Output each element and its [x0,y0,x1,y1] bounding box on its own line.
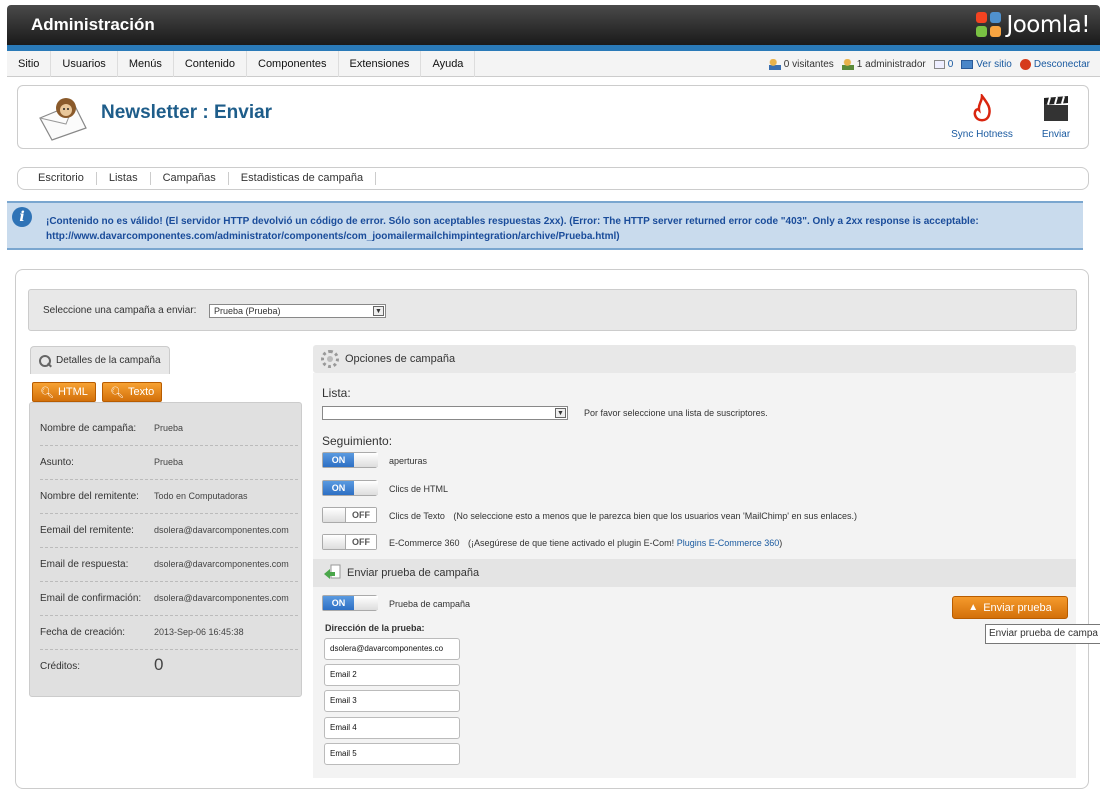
info-icon: i [12,207,32,227]
test-email-1[interactable]: dsolera@davarcomponentes.co [324,638,460,660]
text-clicks-note: (No seleccione esto a menos que le parez… [453,511,858,521]
dropdown-arrow-icon: ▼ [555,408,566,418]
subnav-escritorio[interactable]: Escritorio [26,172,97,185]
gear-icon [321,350,339,368]
ecommerce-toggle[interactable]: OFF [322,534,377,550]
joomla-logo-icon [976,12,1002,38]
options-header: Opciones de campaña [313,345,1076,373]
menu-menus[interactable]: Menús [118,51,174,77]
html-clicks-label: Clics de HTML [389,484,449,494]
html-preview-button[interactable]: 🔍︎ HTML [32,382,96,402]
campaign-details-tab[interactable]: Detalles de la campaña [30,346,170,374]
error-notice: i ¡Contenido no es válido! (El servidor … [7,201,1083,250]
text-clicks-label: Clics de Texto (No seleccione esto a men… [389,511,858,521]
main-menubar: Sitio Usuarios Menús Contenido Component… [7,51,1100,77]
admins-status: 1 administrador [841,58,926,70]
menu-extensiones[interactable]: Extensiones [339,51,422,77]
menu-usuarios[interactable]: Usuarios [51,51,118,77]
status-area: 0 visitantes 1 administrador 0 Ver sitio… [768,51,1090,77]
logout-icon [1019,58,1031,70]
campaign-select-bar: Seleccione una campaña a enviar: Prueba … [28,289,1077,331]
page-header: Newsletter : Enviar Sync Hotness Enviar [17,85,1089,149]
magnifier-icon: 🔍︎ [110,386,124,399]
opens-toggle-label: aperturas [389,456,428,466]
list-hint: Por favor seleccione una lista de suscri… [584,408,768,418]
detail-row: Créditos: 0 [40,655,164,674]
detail-row: Fecha de creación: 2013-Sep-06 16:45:38 [40,616,298,650]
list-select[interactable]: ▼ [322,406,568,420]
text-clicks-toggle[interactable]: OFF [322,507,377,523]
menu-ayuda[interactable]: Ayuda [421,51,476,77]
messages-status[interactable]: 0 [933,59,953,70]
sync-hotness-button[interactable]: Sync Hotness [950,92,1014,140]
ecommerce-label: E-Commerce 360 (¡Asegúrese de que tiene … [389,538,783,548]
tracking-label: Seguimiento: [322,434,393,448]
page-title: Newsletter : Enviar [101,102,273,123]
admin-topbar: Administración Joomla! [7,5,1100,45]
detail-row: Nombre del remitente: Todo en Computador… [40,480,298,514]
clapperboard-icon [1044,96,1068,121]
subnav-campanas[interactable]: Campañas [151,172,229,185]
list-label: Lista: [322,386,351,400]
joomla-logo[interactable]: Joomla! [976,11,1090,39]
monitor-icon [961,59,974,69]
test-address-label: Dirección de la prueba: [325,623,425,633]
logout-link[interactable]: Desconectar [1019,58,1090,70]
menu-contenido[interactable]: Contenido [174,51,247,77]
ecommerce-note: (¡Asegúrese de que tiene activado el plu… [468,538,675,548]
subnav-listas[interactable]: Listas [97,172,151,185]
magnifier-icon: 🔍︎ [40,386,54,399]
test-campaign-header: Enviar prueba de campaña [313,559,1076,587]
send-icon: ▲ [968,602,979,613]
test-email-2[interactable]: Email 2 [324,664,460,686]
magnifier-icon [37,353,53,369]
test-email-4[interactable]: Email 4 [324,717,460,739]
test-email-5[interactable]: Email 5 [324,743,460,765]
admin-title: Administración [31,15,155,34]
send-arrow-icon [324,564,341,579]
test-email-3[interactable]: Email 3 [324,690,460,712]
test-campaign-label: Prueba de campaña [389,599,471,609]
detail-row: Nombre de campaña: Prueba [40,412,298,446]
notice-text: ¡Contenido no es válido! (El servidor HT… [46,216,979,242]
users-icon [768,58,781,70]
view-site-link[interactable]: Ver sitio [961,59,1012,70]
subnav-estadisticas[interactable]: Estadisticas de campaña [229,172,377,185]
flame-icon [973,92,991,122]
text-preview-button[interactable]: 🔍︎ Texto [102,382,163,402]
campaign-select-label: Seleccione una campaña a enviar: [43,305,197,316]
detail-row: Eemail del remitente: dsolera@davarcompo… [40,514,298,548]
sub-navigation: Escritorio Listas Campañas Estadisticas … [17,167,1089,190]
campaign-details-panel: Nombre de campaña: Prueba Asunto: Prueba… [29,402,302,697]
opens-toggle[interactable]: ON [322,452,378,468]
campaign-select[interactable]: Prueba (Prueba) ▼ [209,304,386,318]
dropdown-arrow-icon: ▼ [373,306,384,316]
ecommerce-plugins-link[interactable]: Plugins E-Commerce 360 [677,538,780,548]
admin-icon [841,58,854,70]
detail-row: Asunto: Prueba [40,446,298,480]
send-test-button[interactable]: ▲ Enviar prueba [952,596,1068,619]
visitors-status: 0 visitantes [768,58,834,70]
html-clicks-toggle[interactable]: ON [322,480,378,496]
newsletter-envelope-icon [39,98,87,141]
joomla-logo-text: Joomla! [1006,12,1090,38]
menu-sitio[interactable]: Sitio [7,51,52,77]
detail-row: Email de respuesta: dsolera@davarcompone… [40,548,298,582]
message-icon [933,59,945,69]
detail-row: Email de confirmación: dsolera@davarcomp… [40,582,298,616]
test-campaign-toggle[interactable]: ON [322,595,378,611]
menu-componentes[interactable]: Componentes [247,51,339,77]
send-test-tooltip: Enviar prueba de campa [985,624,1100,644]
send-toolbar-button[interactable]: Enviar [1036,94,1076,140]
